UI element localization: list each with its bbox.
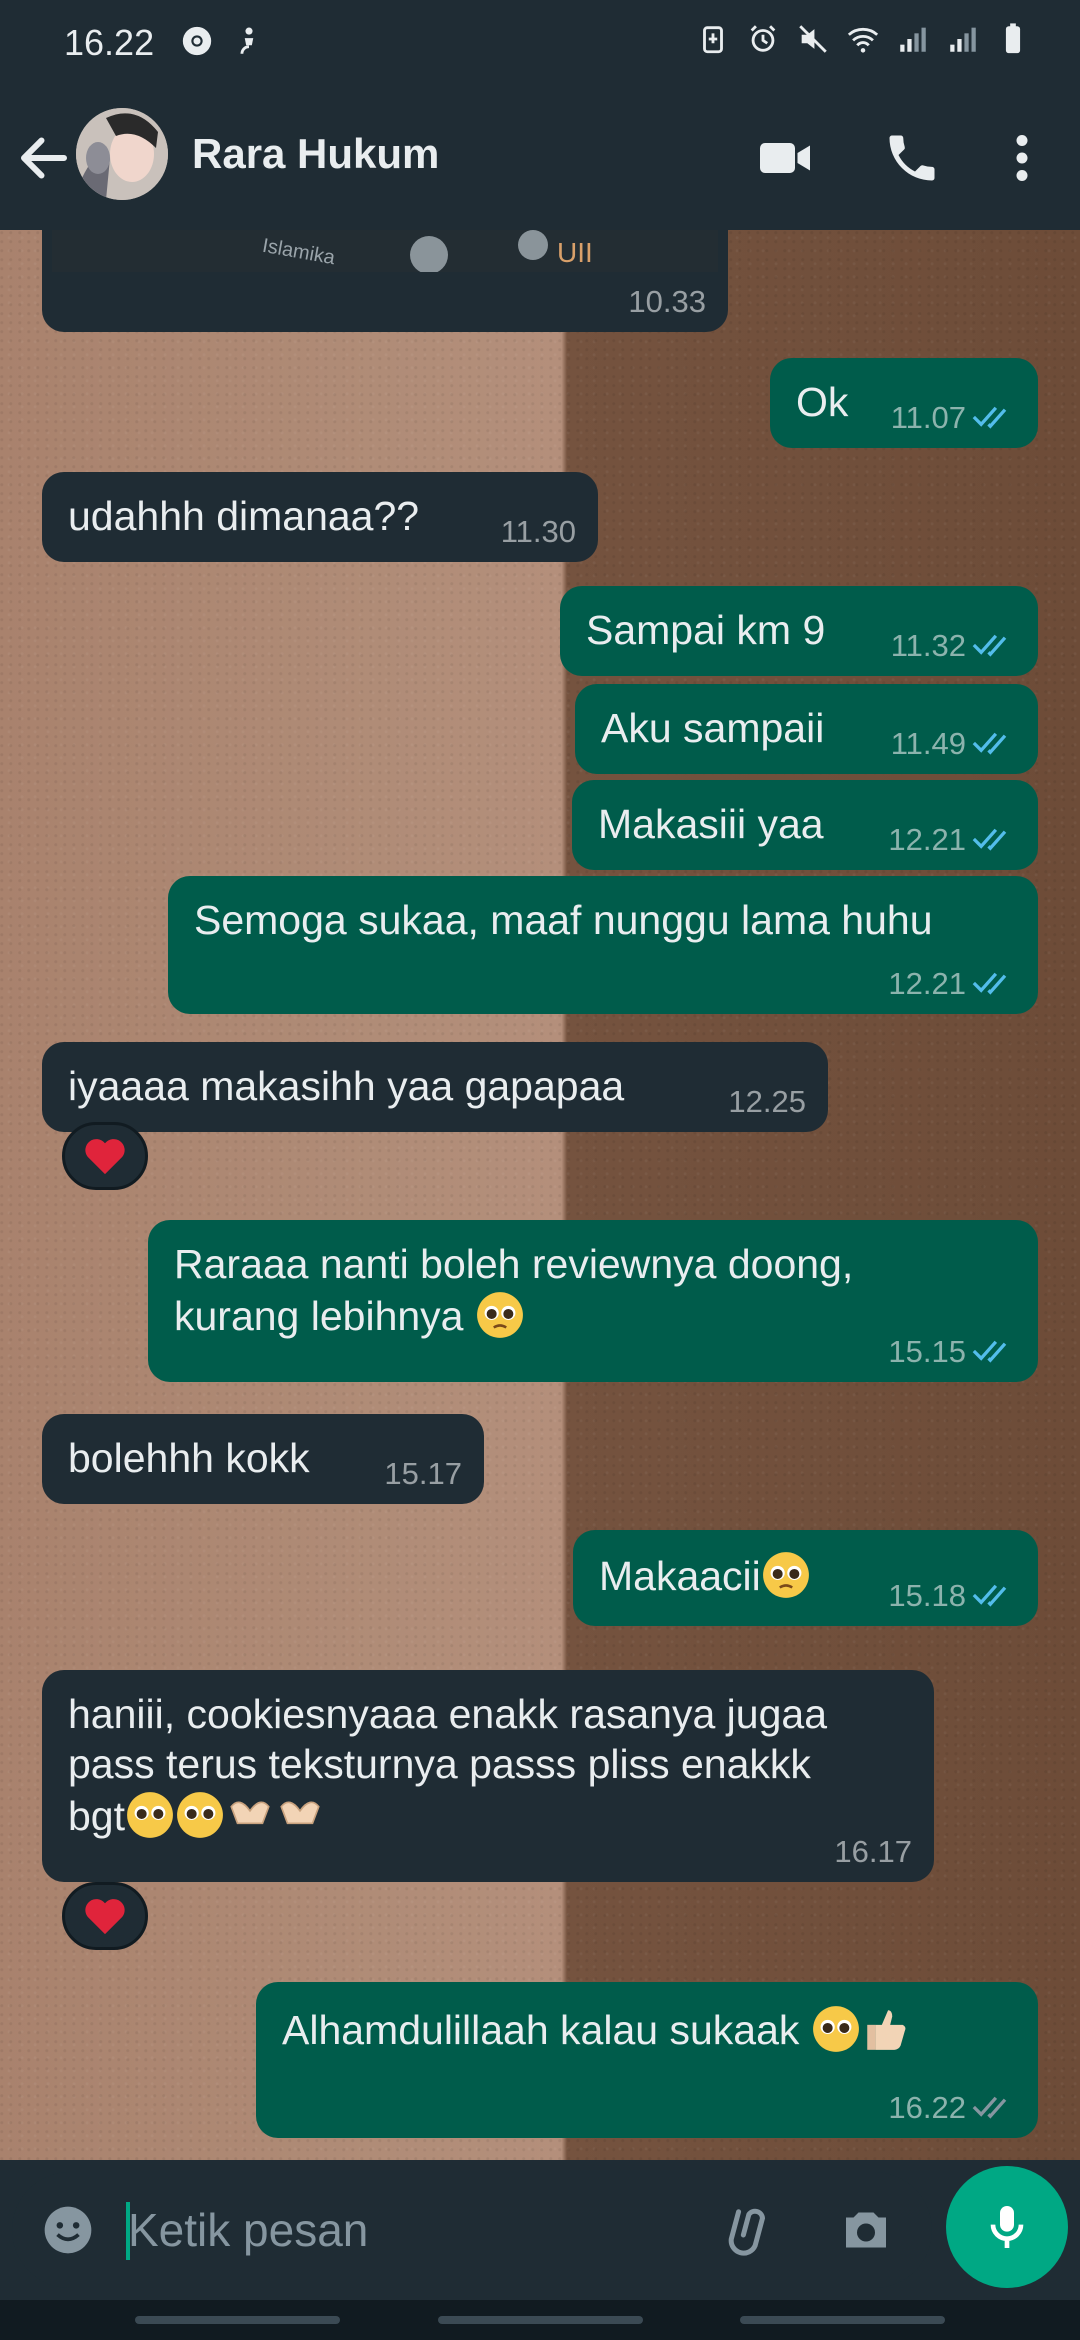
mute-icon [799,25,827,53]
map-thumbnail[interactable]: Islamika UII Yogyakarta [52,230,718,272]
red-heart-icon [85,1139,125,1175]
message-input[interactable] [128,2192,688,2268]
emoji-icon[interactable] [40,2202,96,2258]
heart-hands-emoji [280,1801,320,1825]
nav-recents[interactable] [135,2316,340,2324]
status-time: 16.22 [64,22,155,63]
thumbs-up-emoji [867,2010,906,2050]
nav-back[interactable] [740,2316,945,2324]
message-bubble[interactable]: Makasiii yaa 12.21 [572,780,1038,870]
message-meta: 16.22 [888,2089,1016,2126]
battery-saver-icon [703,26,723,54]
heart-hands-emoji [230,1801,270,1825]
message-bubble[interactable]: Raraaa nanti boleh reviewnya doong, kura… [148,1220,1038,1382]
message-bubble[interactable]: udahhh dimanaa?? 11.30 [42,472,598,562]
message-meta: 11.32 [891,627,1016,664]
phone-icon[interactable] [882,128,942,188]
message-meta: 12.25 [728,1083,806,1119]
message-bubble[interactable]: iyaaaa makasihh yaa gapapaa 12.25 [42,1042,828,1132]
double-check-icon [972,1585,1007,1607]
message-bubble[interactable]: Makaacii 15.18 [573,1530,1038,1626]
pleading-face-emoji [177,1792,223,1838]
message-meta: 11.30 [500,513,576,549]
video-call-icon[interactable] [755,128,815,188]
message-meta: 11.49 [891,725,1016,762]
camera-icon[interactable] [836,2200,896,2260]
signal-icon [900,27,926,52]
message-bubble[interactable]: Alhamdulillaah kalau sukaak 16.22 [256,1982,1038,2138]
chat-area[interactable]: Islamika UII Yogyakarta 10.33 Ok 11.07 u… [0,230,1080,2160]
message-meta: 11.07 [891,399,1016,436]
battery-icon [1005,23,1021,54]
nav-home[interactable] [438,2316,643,2324]
alarm-icon [750,25,776,52]
double-check-icon [972,973,1007,995]
pleading-face-emoji [476,1292,523,1338]
double-check-icon [972,1341,1007,1363]
mic-icon [990,2206,1024,2248]
pleading-face-emoji [762,1552,809,1598]
message-bubble[interactable]: haniii, cookiesnyaaa enakk rasanya jugaa… [42,1670,934,1882]
chat-header: Rara Hukum [0,88,1080,230]
attach-icon[interactable] [722,2200,782,2260]
map-label-uii: UII Yogyakarta [557,237,696,272]
double-check-icon [972,635,1007,657]
system-nav-bar [0,2300,1080,2340]
reaction-badge[interactable] [62,1882,148,1950]
map-label-islamika: Islamika [260,234,337,270]
message-bubble[interactable]: Semoga sukaa, maaf nunggu lama huhu 12.2… [168,876,1038,1014]
status-bar: 16.22 [0,0,1080,88]
message-bubble[interactable]: Sampai km 9 11.32 [560,586,1038,676]
composer [12,2172,932,2288]
location-message[interactable]: Islamika UII Yogyakarta 10.33 [42,230,728,332]
message-bubble[interactable]: Ok 11.07 [770,358,1038,448]
message-bubble[interactable]: Aku sampaii 11.49 [575,684,1038,774]
chrome-icon [182,26,212,56]
pleading-face-emoji [812,2006,859,2052]
signal-icon-2 [950,27,976,52]
message-meta: 12.21 [888,965,1016,1002]
message-meta: 15.17 [384,1455,462,1491]
message-meta: 16.17 [834,1833,912,1869]
red-heart-icon [85,1899,125,1935]
message-meta: 12.21 [888,821,1016,858]
message-meta: 15.18 [888,1577,1016,1614]
more-vert-icon[interactable] [1000,128,1044,188]
double-check-icon [972,733,1007,755]
accessibility-icon [240,27,254,54]
reaction-badge[interactable] [62,1122,148,1190]
double-check-icon [972,407,1007,429]
double-check-icon [972,2097,1007,2119]
message-meta: 15.15 [888,1333,1016,1370]
mic-button[interactable] [946,2166,1068,2288]
double-check-icon [972,829,1007,851]
back-arrow-icon[interactable] [14,128,74,188]
pleading-face-emoji [127,1792,173,1838]
message-time: 10.33 [628,283,706,319]
contact-name[interactable]: Rara Hukum [192,130,439,178]
location-pin-icon [518,230,548,260]
wifi-icon [847,27,879,53]
message-bubble[interactable]: bolehhh kokk 15.17 [42,1414,484,1504]
school-pin-icon [410,236,448,272]
avatar[interactable] [76,108,168,200]
